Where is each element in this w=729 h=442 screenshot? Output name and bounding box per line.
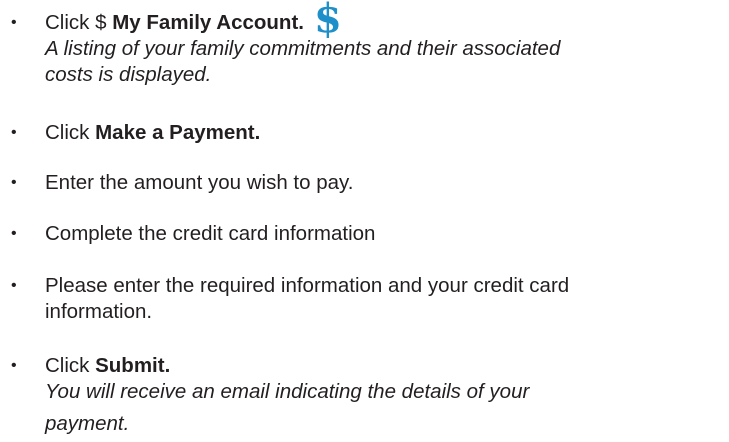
bullet: •: [11, 225, 17, 242]
step-instruction: Click Submit.: [45, 354, 171, 377]
step-note-line: A listing of your family commitments and…: [45, 37, 561, 60]
button-label: Make a Payment.: [95, 121, 261, 144]
step-note-line: costs is displayed.: [45, 63, 212, 86]
step-instruction: Click Make a Payment.: [45, 121, 261, 144]
bullet: •: [11, 14, 17, 31]
step-instruction-line: Please enter the required information an…: [45, 274, 570, 297]
bullet: •: [11, 124, 17, 141]
step-instruction: Complete the credit card information: [45, 222, 376, 245]
step-instruction: Click $ My Family Account. $: [45, 0, 342, 42]
step-note-line: payment.: [45, 412, 130, 435]
step-instruction-line: information.: [45, 300, 153, 323]
bullet: •: [11, 357, 17, 374]
step-note-line: You will receive an email indicating the…: [45, 380, 530, 403]
dollar-icon: $: [313, 0, 342, 42]
menu-link-label: My Family Account.: [112, 11, 304, 34]
button-label: Submit.: [95, 354, 171, 377]
bullet: •: [11, 174, 17, 191]
bullet: •: [11, 277, 17, 294]
step-instruction: Enter the amount you wish to pay.: [45, 171, 354, 194]
